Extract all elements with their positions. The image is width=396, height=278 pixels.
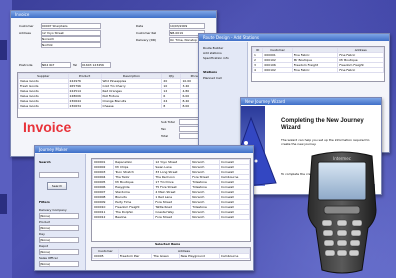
- filter-product-select[interactable]: (None): [39, 225, 79, 231]
- cell: 000012: [91, 214, 115, 220]
- wizard-heading: Completing the New Journey Wizard: [281, 118, 364, 132]
- journey-maker-window: Journey Maker Search Search Filters Deli…: [34, 145, 254, 271]
- cell: 00005: [92, 253, 119, 259]
- postcode-field[interactable]: NR4 6LT: [41, 62, 71, 68]
- screenshot-collage: Invoice Customer 00007 Sharptails Addres…: [0, 0, 396, 278]
- customer-field[interactable]: 00007 Sharptails: [41, 23, 101, 29]
- cell: Norwich: [190, 214, 220, 220]
- filter-sales-officer-label: Sales Officer: [39, 256, 58, 260]
- wizard-window-title: New Journey Wizard: [241, 98, 381, 105]
- customer-grid: 000001 Rapscallion 12 Yoyo Street Norwich Co…: [91, 158, 251, 242]
- search-input[interactable]: [39, 172, 79, 178]
- filters-label: Filters: [39, 200, 50, 204]
- cell: Fine Fabric: [291, 67, 339, 73]
- tel-field[interactable]: 01603 123456: [81, 62, 111, 68]
- table-row[interactable]: 000002 Mr Chips Swan Lane Norwich Cornwall: [91, 164, 251, 170]
- filter-depot-select[interactable]: (None): [39, 249, 79, 255]
- cell: 230634: [67, 103, 102, 109]
- address-line-3[interactable]: Norfolk: [41, 42, 101, 48]
- cell: Cambourne: [218, 253, 251, 259]
- cell: 000102: [262, 67, 293, 73]
- planned-call-item[interactable]: Planned Call: [203, 76, 247, 80]
- cell: Cheese: [100, 103, 163, 109]
- cell: Cornwall: [218, 214, 251, 220]
- customer-ref-label: Customer Ref: [136, 31, 157, 35]
- cell: Fine Fabric: [337, 67, 384, 73]
- stations-grid: ID Customer Address 1 000001 Fine Fabric…: [251, 46, 385, 82]
- tax-label: Tax: [161, 127, 166, 131]
- filter-product-label: Product: [39, 220, 51, 224]
- invoice-lines-grid: Supplier Product Description Qty Price V…: [17, 72, 209, 118]
- invoice-heading: Invoice: [23, 119, 72, 135]
- cell: Freedom Pier: [117, 253, 153, 259]
- table-row[interactable]: 000003 Toon Stretch 33 Long Street Norwich C…: [91, 169, 251, 175]
- wizard-heading-line-1: Completing the New Journey: [281, 118, 364, 124]
- nav-specification-info[interactable]: Specification info: [203, 56, 247, 60]
- cell: Beeline: [113, 214, 155, 220]
- table-row[interactable]: 000001 Rapscallion 12 Yoyo Street Norwich Co…: [91, 159, 251, 165]
- tel-label: Tel: [73, 63, 78, 67]
- customer-label: Customer: [19, 24, 34, 28]
- filter-delivery-company-label: Delivery Company: [39, 208, 67, 212]
- date-label: Date: [136, 24, 144, 28]
- invoice-window-title: Invoice: [11, 11, 216, 18]
- nav-add-stations[interactable]: Add stations: [203, 51, 247, 55]
- handheld-device: Intermec: [307, 151, 377, 274]
- table-row[interactable]: 000011 The Dolphin Coastal Way Norwich Cornw…: [91, 209, 251, 215]
- date-field[interactable]: 19/03/2009: [169, 23, 205, 29]
- filter-depot-label: Depot: [39, 244, 49, 248]
- cell: Value Goods: [18, 103, 69, 109]
- search-button[interactable]: Search: [47, 182, 67, 190]
- filter-day-label: Day: [39, 232, 45, 236]
- table-row[interactable]: 000009 Party Time Fore Street Norwich Cornwa…: [91, 199, 251, 205]
- cell: New Playground: [178, 253, 220, 259]
- table-row[interactable]: 000005 Mr Boutique 17 Tin Drive Tidestone Co…: [91, 179, 251, 185]
- table-row[interactable]: 000006 Easyglide 75 Fore Street Tidestone Co…: [91, 184, 251, 190]
- cell: 8: [161, 103, 182, 109]
- wizard-heading-line-2: Wizard: [281, 125, 301, 131]
- table-row[interactable]: 000008 Biscuits 1 Red Lane Norwich Cornwall: [91, 194, 251, 200]
- selected-items-heading: Selected Items: [155, 242, 181, 246]
- sub-total-label: Sub Total: [161, 120, 175, 124]
- filter-day-select[interactable]: (None): [39, 237, 79, 243]
- journey-window-title: Journey Maker: [35, 146, 253, 153]
- table-row[interactable]: 3 000106 Freedom Freight Freedom Freight: [251, 62, 384, 68]
- route-window-title: Route Design - Add Stations: [199, 34, 389, 41]
- delivery-label: Delivery (DR): [136, 38, 157, 42]
- nav-route-builder[interactable]: Route Builder: [203, 46, 247, 50]
- cell: 4: [251, 67, 264, 73]
- cell: The Green: [151, 253, 180, 259]
- wizard-body-text: The wizard can help you set up the infor…: [281, 138, 370, 146]
- invoice-window: Invoice Customer 00007 Sharptails Addres…: [10, 10, 217, 157]
- table-row[interactable]: 000012 Beeline Fore Street Norwich Cornwall: [91, 214, 251, 220]
- table-row[interactable]: Value Goods 230634 Cheese 8 8.00: [18, 103, 208, 109]
- table-row[interactable]: 00005 Freedom Pier The Green New Playgro…: [92, 253, 251, 259]
- device-brand-label: Intermec: [333, 156, 351, 161]
- total-label: Total: [161, 134, 169, 138]
- table-row[interactable]: 000004 The Tailor The Red Lion Fore Street C…: [91, 174, 251, 180]
- table-row[interactable]: 000010 Freedom Freight Tattle Road Tideston…: [91, 204, 251, 210]
- journey-filter-panel: Search Search Filters Delivery Company (…: [35, 154, 86, 270]
- address-label: Address: [19, 31, 31, 35]
- table-row[interactable]: 000007 Stardome 4 Main Street Norwich Cornwa…: [91, 189, 251, 195]
- postcode-label: Postcode: [19, 63, 33, 67]
- stations-section-label: Stations: [203, 70, 218, 74]
- filter-sales-officer-select[interactable]: (None): [39, 261, 79, 267]
- table-row[interactable]: 4 000102 Fine Fabric Fine Fabric: [251, 67, 384, 73]
- search-label: Search: [39, 160, 51, 164]
- cell: Fore Street: [153, 214, 192, 220]
- selected-items-grid: Customer Address 00005 Freedom Pier The …: [91, 247, 251, 261]
- filter-delivery-company-select[interactable]: (None): [39, 213, 79, 219]
